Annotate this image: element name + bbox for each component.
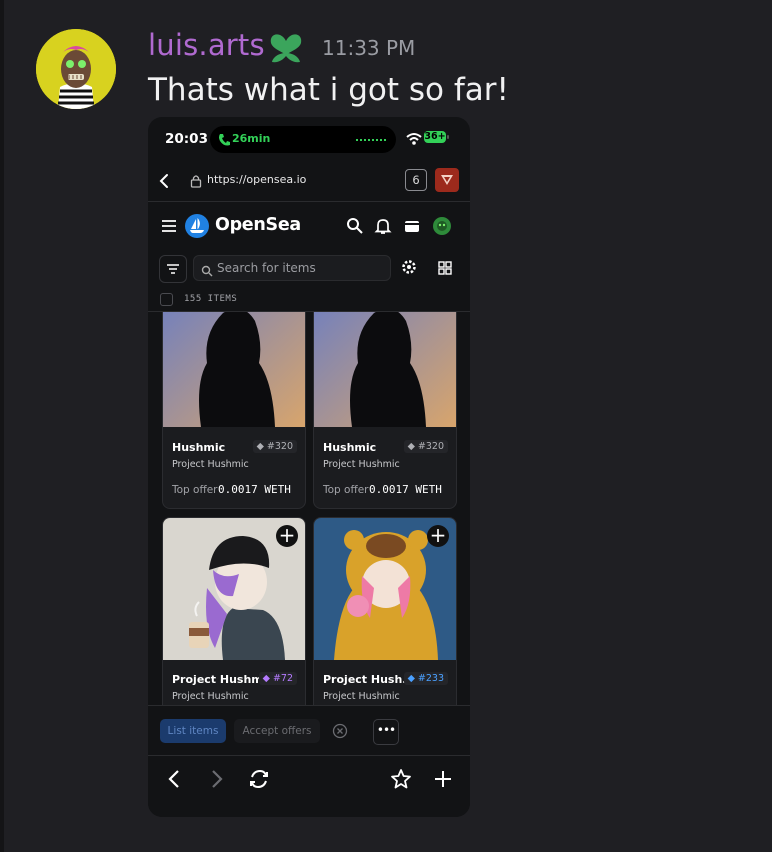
close-circle-icon[interactable] [332,723,348,739]
battery-tip [447,135,449,139]
screenshot-attachment[interactable]: 20:03 26min 36+ https://opensea.io 6 Ope… [148,117,470,817]
browser-url-bar: https://opensea.io 6 [148,161,470,202]
status-time: 20:03 [165,131,208,147]
nft-grid: Hushmic ◆ #320 Project Hushmic Top offer… [148,312,470,707]
tab-count-button[interactable]: 6 [405,169,427,191]
nft-token-id: ◆ #320 [252,440,297,453]
nft-collection: Project Hushmic [323,691,400,702]
nft-image [163,312,305,427]
add-icon[interactable]: + [427,525,449,547]
heart-leaf-badge-icon [267,29,305,65]
nft-title: Hushmic [172,441,226,454]
search-input[interactable]: Search for items [193,255,391,281]
refresh-icon[interactable] [248,768,270,790]
bulk-action-bar: List items Accept offers ••• [148,705,470,756]
nft-card[interactable]: Hushmic ◆ #320 Project Hushmic Top offer… [313,312,457,509]
browser-nav-bar [148,755,470,817]
dynamic-island: 26min [210,126,396,153]
battery-indicator: 36+ [424,131,446,143]
chevron-right-icon[interactable] [206,768,228,790]
nft-collection: Project Hushmic [172,691,249,702]
add-icon[interactable]: + [276,525,298,547]
gear-icon[interactable] [400,258,418,276]
items-count-row: 155 ITEMS [148,289,470,312]
left-edge [0,0,4,852]
avatar[interactable] [36,29,116,109]
extension-icon[interactable] [435,168,459,192]
nft-image [314,312,456,427]
search-icon[interactable] [346,217,364,235]
message-text: Thats what i got so far! [148,72,509,108]
account-icon[interactable] [433,217,451,235]
list-items-button[interactable]: List items [160,719,226,743]
select-all-checkbox[interactable] [160,293,173,306]
top-offer-label: Top offer [172,484,218,496]
nft-card[interactable]: Hushmic ◆ #320 Project Hushmic Top offer… [162,312,306,509]
back-icon[interactable] [154,171,174,191]
phone-icon [218,132,230,146]
wifi-icon [406,130,422,145]
nft-collection: Project Hushmic [172,459,249,470]
call-duration: 26min [232,132,271,145]
opensea-brand[interactable]: OpenSea [215,215,301,235]
nft-card[interactable]: + Project Hush... ◆ #233 Project Hushmic [313,517,457,707]
lock-icon [190,173,202,188]
menu-icon[interactable] [161,218,177,232]
top-offer-label: Top offer [323,484,369,496]
chevron-left-icon[interactable] [163,768,185,790]
accept-offers-button[interactable]: Accept offers [234,719,320,743]
message-timestamp: 11:33 PM [322,36,416,60]
wallet-icon[interactable] [403,217,421,235]
waveform [356,139,386,141]
more-options-button[interactable]: ••• [373,719,399,745]
filter-icon[interactable] [159,255,187,283]
star-icon[interactable] [390,768,412,790]
nft-title: Project Hush... [323,673,415,686]
username[interactable]: luis.arts [148,28,265,62]
nft-token-id: ◆ #72 [258,672,297,685]
grid-icon[interactable] [438,260,452,275]
url-text[interactable]: https://opensea.io [207,173,306,186]
nft-token-id: ◆ #320 [403,440,448,453]
top-offer-value: 0.0017 WETH [369,483,442,496]
nft-title: Hushmic [323,441,377,454]
nft-token-id: ◆ #233 [403,672,448,685]
opensea-header: OpenSea [148,202,470,250]
plus-icon[interactable] [432,768,454,790]
search-placeholder: Search for items [217,261,316,275]
top-offer-value: 0.0017 WETH [218,483,291,496]
bell-icon[interactable] [374,217,392,235]
opensea-logo-icon[interactable] [185,214,209,238]
nft-card[interactable]: + Project Hushm... ◆ #72 Project Hushmic [162,517,306,707]
nft-collection: Project Hushmic [323,459,400,470]
items-count: 155 ITEMS [184,294,238,304]
search-icon [201,262,213,277]
